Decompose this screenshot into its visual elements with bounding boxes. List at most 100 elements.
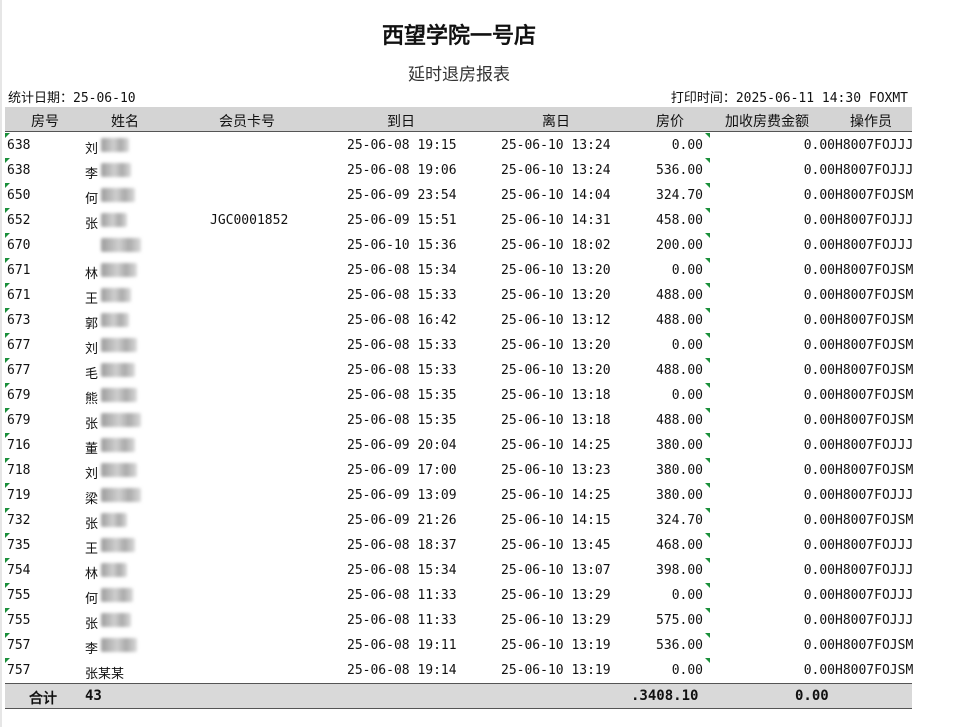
totals-row: 合计 43 .3408.10 0.00 [5,683,912,709]
extra-fee-cell: 0.00 [803,488,835,503]
table-row[interactable]: 719 梁 25-06-09 13:09 25-06-10 14:25 380.00 0.… [5,483,913,508]
table-row[interactable]: 638 刘 25-06-08 19:15 25-06-10 13:24 0.00 0.00… [5,133,913,158]
operator-cell: H8007FOJSM [835,513,914,528]
table-row[interactable]: 679 熊 25-06-08 15:35 25-06-10 13:18 0.00 0.00… [5,383,913,408]
extra-fee-cell: 0.00 [803,163,835,178]
operator-cell: H8007FOJSM [835,288,914,303]
table-row[interactable]: 677 毛 25-06-08 15:33 25-06-10 13:20 488.00 0.… [5,358,913,383]
room-cell: 755 [7,588,31,603]
table-row[interactable]: 735 王 25-06-08 18:37 25-06-10 13:45 468.00 0.… [5,533,913,558]
extra-fee-cell: 0.00 [803,438,835,453]
table-row[interactable]: 754 林 25-06-08 15:34 25-06-10 13:07 398.00 0.… [5,558,913,583]
cell-marker-icon [705,333,710,338]
extra-fee-cell: 0.00 [803,563,835,578]
cell-marker-icon [705,358,710,363]
arrival-cell: 25-06-08 11:33 [347,588,457,603]
operator-cell: H8007FOJSM [835,338,914,353]
arrival-cell: 25-06-08 19:06 [347,163,457,178]
table-row[interactable]: 652 张 JGC0001852 25-06-09 15:51 25-06-10 14:… [5,208,913,233]
arrival-cell: 25-06-08 19:15 [347,138,457,153]
operator-cell: H8007FOJSM [835,413,914,428]
table-row[interactable]: 671 林 25-06-08 15:34 25-06-10 13:20 0.00 0.00… [5,258,913,283]
room-cell: 754 [7,563,31,578]
guest-name-cell: 张某某 [85,667,125,682]
room-cell: 716 [7,438,31,453]
table-row[interactable]: 718 刘 25-06-09 17:00 25-06-10 13:23 380.00 0.… [5,458,913,483]
departure-cell: 25-06-10 13:20 [501,288,611,303]
cell-marker-icon [705,233,710,238]
table-row[interactable]: 755 何 25-06-08 11:33 25-06-10 13:29 0.00 0.00… [5,583,914,608]
price-cell: 0.00 [671,138,703,153]
header-extra-fee: 加收房费金额 [725,114,809,130]
totals-price-sum: .3408.10 [631,688,699,704]
departure-cell: 25-06-10 14:25 [501,438,611,453]
extra-fee-cell: 0.00 [803,463,835,478]
room-cell: 638 [7,163,31,178]
departure-cell: 25-06-10 14:25 [501,488,611,503]
arrival-cell: 25-06-08 15:34 [347,563,457,578]
table-row[interactable]: 677 刘 25-06-08 15:33 25-06-10 13:20 0.00 0.00… [5,333,914,358]
price-cell: 380.00 [656,438,703,453]
guest-name-cell: 李 [85,642,99,657]
arrival-cell: 25-06-08 19:14 [347,663,457,678]
header-arrival: 到日 [387,114,415,130]
extra-fee-cell: 0.00 [803,363,835,378]
extra-fee-cell: 0.00 [803,588,835,603]
departure-cell: 25-06-10 14:15 [501,513,611,528]
departure-cell: 25-06-10 14:04 [501,188,611,203]
cell-marker-icon [705,558,710,563]
guest-name-cell: 郭 [85,317,99,332]
table-row[interactable]: 755 张 25-06-08 11:33 25-06-10 13:29 575.00 0.… [5,608,913,633]
cell-marker-icon [705,658,710,663]
departure-cell: 25-06-10 13:07 [501,563,611,578]
extra-fee-cell: 0.00 [803,138,835,153]
operator-cell: H8007FOJJJ [835,588,914,603]
table-row[interactable]: 638 李 25-06-08 19:06 25-06-10 13:24 536.00 0.… [5,158,913,183]
extra-fee-cell: 0.00 [803,513,835,528]
arrival-cell: 25-06-09 15:51 [347,213,457,228]
cell-marker-icon [705,308,710,313]
cell-marker-icon [705,583,710,588]
price-cell: 488.00 [656,363,703,378]
extra-fee-cell: 0.00 [803,538,835,553]
table-row[interactable]: 679 张 25-06-08 15:35 25-06-10 13:18 488.00 0.… [5,408,914,433]
table-row[interactable]: 716 董 25-06-09 20:04 25-06-10 14:25 380.00 0.… [5,433,913,458]
totals-extra-sum: 0.00 [795,688,829,704]
departure-cell: 25-06-10 13:18 [501,388,611,403]
departure-cell: 25-06-10 13:20 [501,263,611,278]
report-title: 西望学院一号店 [381,23,536,49]
table-row[interactable]: 757 李 25-06-08 19:11 25-06-10 13:19 536.00 0.… [5,633,913,658]
departure-cell: 25-06-10 13:29 [501,588,611,603]
redacted-name-blur [101,538,135,552]
cell-marker-icon [705,633,710,638]
header-operator: 操作员 [850,114,892,130]
room-cell: 719 [7,488,31,503]
table-row[interactable]: 673 郭 25-06-08 16:42 25-06-10 13:12 488.00 0.… [5,308,913,333]
price-cell: 536.00 [656,163,703,178]
arrival-cell: 25-06-09 23:54 [347,188,457,203]
cell-marker-icon [705,433,710,438]
table-row[interactable]: 757 张某某 25-06-08 19:14 25-06-10 13:19 0.00 0.… [5,658,913,683]
table-row[interactable]: 671 王 25-06-08 15:33 25-06-10 13:20 488.00 0.… [5,283,914,308]
totals-count: 43 [85,688,102,704]
guest-name-cell: 何 [85,192,99,207]
departure-cell: 25-06-10 13:45 [501,538,611,553]
price-cell: 0.00 [671,588,703,603]
price-cell: 536.00 [656,638,703,653]
table-row[interactable]: 732 张 25-06-09 21:26 25-06-10 14:15 324.70 0.… [5,508,914,533]
cell-marker-icon [705,483,710,488]
room-cell: 732 [7,513,31,528]
price-cell: 468.00 [656,538,703,553]
table-row[interactable]: 650 何 25-06-09 23:54 25-06-10 14:04 324.70 0.… [5,183,913,208]
departure-cell: 25-06-10 13:24 [501,163,611,178]
redacted-name-blur [101,488,141,502]
guest-name-cell: 林 [85,267,99,282]
arrival-cell: 25-06-08 15:33 [347,288,457,303]
guest-name-cell: 梁 [85,492,99,507]
redacted-name-blur [101,163,131,177]
table-row[interactable]: 670 25-06-10 15:36 25-06-10 18:02 200.00 0.0… [5,233,913,258]
price-cell: 398.00 [656,563,703,578]
cell-marker-icon [705,458,710,463]
extra-fee-cell: 0.00 [803,338,835,353]
room-cell: 755 [7,613,31,628]
